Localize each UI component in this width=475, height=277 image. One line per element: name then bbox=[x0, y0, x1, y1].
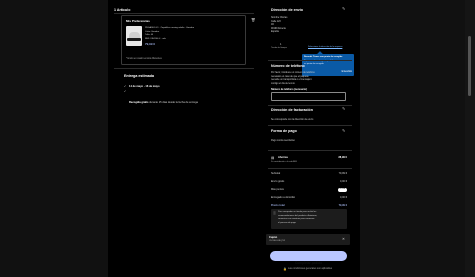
savings-value: 28,99 € bbox=[338, 156, 347, 159]
complete-order-button[interactable]: Completar pedido bbox=[270, 251, 347, 265]
check-icon: ✓ bbox=[124, 90, 127, 93]
divider bbox=[114, 68, 254, 69]
summary-value: 0,00 € bbox=[340, 196, 347, 199]
info-toggle-label: + info bbox=[339, 187, 346, 190]
info-toggle[interactable]: + info bbox=[338, 187, 347, 192]
summary-row: Entregado a domicilio 0,00 € bbox=[271, 196, 347, 199]
grand-total-row: Precio total 79,99 € bbox=[271, 204, 347, 207]
delivery-option-2-text: durante 15 días desde la fecha de entreg… bbox=[148, 101, 198, 104]
edit-billing-icon[interactable]: ✎ bbox=[342, 107, 346, 111]
receipt-icon: ▤ bbox=[271, 156, 275, 160]
summary-label: Subtotal bbox=[271, 172, 281, 175]
product-thumbnail[interactable] bbox=[126, 26, 142, 46]
billing-title: Dirección de facturación bbox=[271, 108, 313, 112]
shipping-title: Dirección de envío bbox=[271, 8, 303, 12]
close-icon[interactable]: ✕ bbox=[342, 237, 345, 241]
cart-section-title: 1 Artículo bbox=[114, 8, 131, 12]
grand-total-value: 79,99 € bbox=[338, 204, 347, 207]
grand-total-label: Precio total bbox=[271, 204, 285, 207]
delivery-option-2[interactable]: Recogida gratis durante 15 días desde la… bbox=[129, 90, 198, 108]
shipping-company-link[interactable]: Seleccionar la dirección de la empresa bbox=[308, 46, 342, 48]
cart-card-header: Mis Preferencias bbox=[126, 19, 150, 23]
info-box: ⓘ Para comprobar en tienda para recibir … bbox=[271, 209, 347, 229]
edit-payment-icon[interactable]: ✎ bbox=[342, 129, 346, 133]
lock-icon: 🔒 bbox=[283, 267, 287, 271]
product-ref: REF: FR4144-4 · uds bbox=[145, 37, 166, 40]
summary-row: Subtotal 79,99 € bbox=[271, 172, 347, 175]
tooltip-ok-button[interactable]: Entendido bbox=[342, 71, 352, 73]
complete-order-label: Completar pedido bbox=[294, 261, 323, 265]
qty-label: 1 bbox=[280, 43, 282, 46]
summary-row: Más puntos + info bbox=[271, 187, 347, 192]
delivery-note: * Envío en cuatro envíos diferentes bbox=[126, 58, 162, 60]
address-line-5: España bbox=[271, 31, 279, 33]
summary-label: Más puntos bbox=[271, 188, 284, 191]
delivery-option-1[interactable]: 14 de mayo - 16 de mayo bbox=[129, 85, 160, 88]
savings-box: ▤ Ahorras 28,99 € Su contribución a la r… bbox=[270, 154, 347, 166]
phone-text-4: contigo el día del envío. bbox=[271, 82, 296, 85]
divider bbox=[114, 13, 254, 14]
savings-sub: Su contribución a la red ASM bbox=[271, 161, 297, 163]
billing-text: Se corresponde con la dirección de envío bbox=[271, 119, 314, 121]
summary-value: 79,99 € bbox=[338, 172, 347, 175]
savings-label: Ahorras bbox=[278, 156, 288, 159]
trash-icon[interactable]: 🗑 bbox=[251, 18, 255, 22]
payment-title: Forma de pago bbox=[271, 129, 297, 133]
divider bbox=[268, 150, 352, 151]
divider bbox=[268, 105, 352, 106]
delivery-option-2-bold: Recogida gratis bbox=[129, 101, 149, 104]
scrollbar-thumb[interactable] bbox=[468, 36, 471, 96]
summary-label: Entregado a domicilio bbox=[271, 196, 296, 199]
summary-row: Envío gratis 0,00 € bbox=[271, 180, 347, 183]
tooltip-line-3: un punto de recogida. bbox=[304, 63, 325, 65]
divider bbox=[268, 125, 352, 126]
summary-value: 0,00 € bbox=[340, 180, 347, 183]
phone-input-label: Número de teléfono (necesario) bbox=[271, 87, 307, 91]
check-icon: ✓ bbox=[124, 85, 127, 88]
info-icon: ⓘ bbox=[273, 211, 277, 215]
divider bbox=[268, 168, 352, 169]
phone-title: Número de teléfono bbox=[271, 64, 305, 68]
qty-sub: Tienda del tiempo bbox=[271, 47, 287, 49]
terms-text[interactable]: Las condiciones generales son aplicables bbox=[288, 267, 332, 270]
coupon-box[interactable]: Cupón YECBEG3BQTW ✕ bbox=[266, 234, 350, 245]
divider bbox=[268, 60, 352, 61]
phone-input[interactable] bbox=[271, 92, 346, 101]
coupon-title: Cupón bbox=[269, 235, 278, 239]
edit-shipping-icon[interactable]: ✎ bbox=[342, 7, 346, 11]
coupon-code: YECBEG3BQTW bbox=[269, 240, 286, 242]
summary-label: Envío gratis bbox=[271, 180, 285, 183]
payment-text: Pago contra reembolso bbox=[271, 140, 295, 142]
info-text-4: el proceso de pago. bbox=[278, 221, 297, 224]
delivery-title: Entrega estimada bbox=[124, 74, 154, 78]
product-price: 79,99 € bbox=[145, 42, 156, 46]
